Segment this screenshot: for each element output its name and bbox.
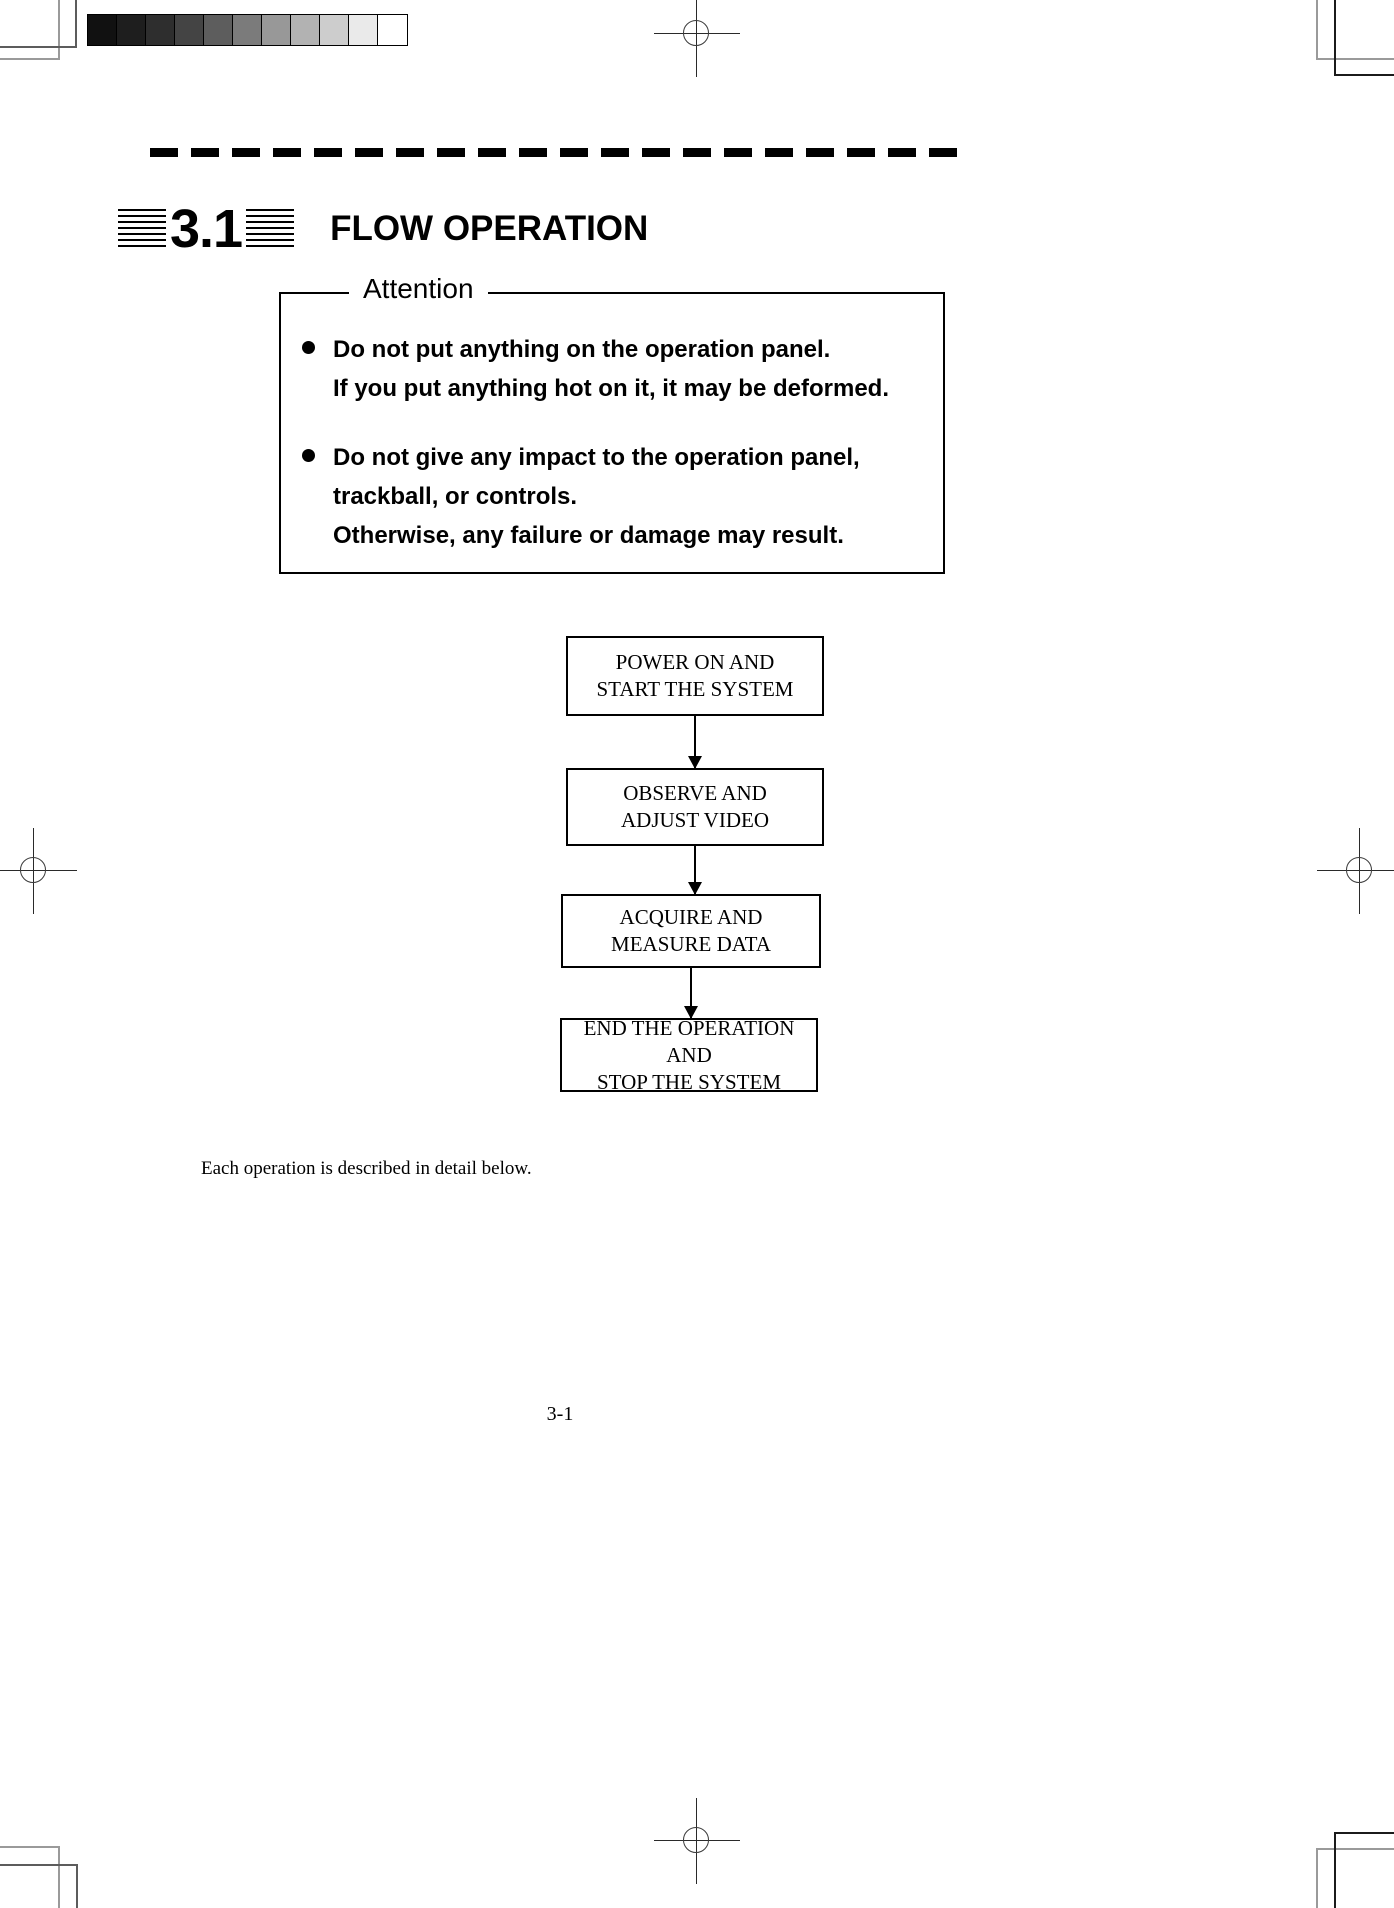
section-heading: 3.1 FLOW OPERATION	[118, 198, 648, 260]
flow-step-step1: POWER ON AND START THE SYSTEM	[566, 636, 824, 716]
flow-step-label: OBSERVE AND ADJUST VIDEO	[621, 781, 769, 832]
flow-step-label: END THE OPERATION AND STOP THE SYSTEM	[583, 1015, 795, 1094]
rule-dash	[273, 148, 301, 157]
rule-dash	[601, 148, 629, 157]
operation-flowchart: POWER ON AND START THE SYSTEM OBSERVE AND…	[0, 636, 1394, 1094]
rule-dash	[847, 148, 875, 157]
rule-dash	[683, 148, 711, 157]
page-content: 3.1 FLOW OPERATION Attention Do not put …	[0, 0, 1394, 1908]
closing-note: Each operation is described in detail be…	[201, 1158, 532, 1179]
rule-dash	[478, 148, 506, 157]
attention-line: If you put anything hot on it, it may be…	[333, 375, 889, 402]
section-dashed-rule	[150, 148, 970, 157]
rule-dash	[929, 148, 957, 157]
flow-step-label: ACQUIRE AND MEASURE DATA	[611, 905, 771, 956]
attention-line: Otherwise, any failure or damage may res…	[333, 522, 844, 549]
attention-line: Do not give any impact to the operation …	[333, 444, 860, 471]
section-number: 3.1	[170, 199, 243, 259]
attention-item-text: Do not put anything on the operation pan…	[333, 330, 943, 408]
attention-item: Do not put anything on the operation pan…	[281, 330, 943, 408]
page-title: FLOW OPERATION	[330, 209, 649, 248]
attention-item: Do not give any impact to the operation …	[281, 438, 943, 555]
bullet-icon	[302, 449, 315, 462]
rule-dash	[191, 148, 219, 157]
rule-dash	[519, 148, 547, 157]
flow-step-label: POWER ON AND START THE SYSTEM	[596, 650, 794, 701]
rule-dash	[314, 148, 342, 157]
attention-callout-box: Attention Do not put anything on the ope…	[279, 272, 945, 574]
flow-step-step4: END THE OPERATION AND STOP THE SYSTEM	[560, 1016, 818, 1094]
rule-dash	[724, 148, 752, 157]
rule-dash	[888, 148, 916, 157]
heading-stripe-right-icon	[246, 209, 295, 249]
attention-item-list: Do not put anything on the operation pan…	[281, 330, 943, 585]
rule-dash	[642, 148, 670, 157]
attention-legend-label: Attention	[349, 272, 488, 306]
rule-dash	[765, 148, 793, 157]
rule-dash	[355, 148, 383, 157]
rule-dash	[806, 148, 834, 157]
flow-step-step2: OBSERVE AND ADJUST VIDEO	[566, 768, 824, 846]
rule-dash	[396, 148, 424, 157]
flow-step-step3: ACQUIRE AND MEASURE DATA	[561, 894, 821, 968]
flow-connector-arrow	[688, 716, 702, 769]
heading-stripe-left-icon	[118, 209, 166, 249]
attention-item-text: Do not give any impact to the operation …	[333, 438, 943, 555]
footer-page-number: 3-1	[546, 1403, 574, 1425]
bullet-icon	[302, 341, 315, 354]
attention-line: trackball, or controls.	[333, 483, 578, 510]
rule-dash	[437, 148, 465, 157]
scanned-manual-page: 3.1 FLOW OPERATION Attention Do not put …	[0, 0, 1394, 1908]
rule-dash	[150, 148, 178, 157]
rule-dash	[232, 148, 260, 157]
attention-line: Do not put anything on the operation pan…	[333, 336, 831, 363]
flow-connector-arrow	[684, 968, 698, 1019]
rule-dash	[560, 148, 588, 157]
flow-connector-arrow	[688, 846, 702, 895]
